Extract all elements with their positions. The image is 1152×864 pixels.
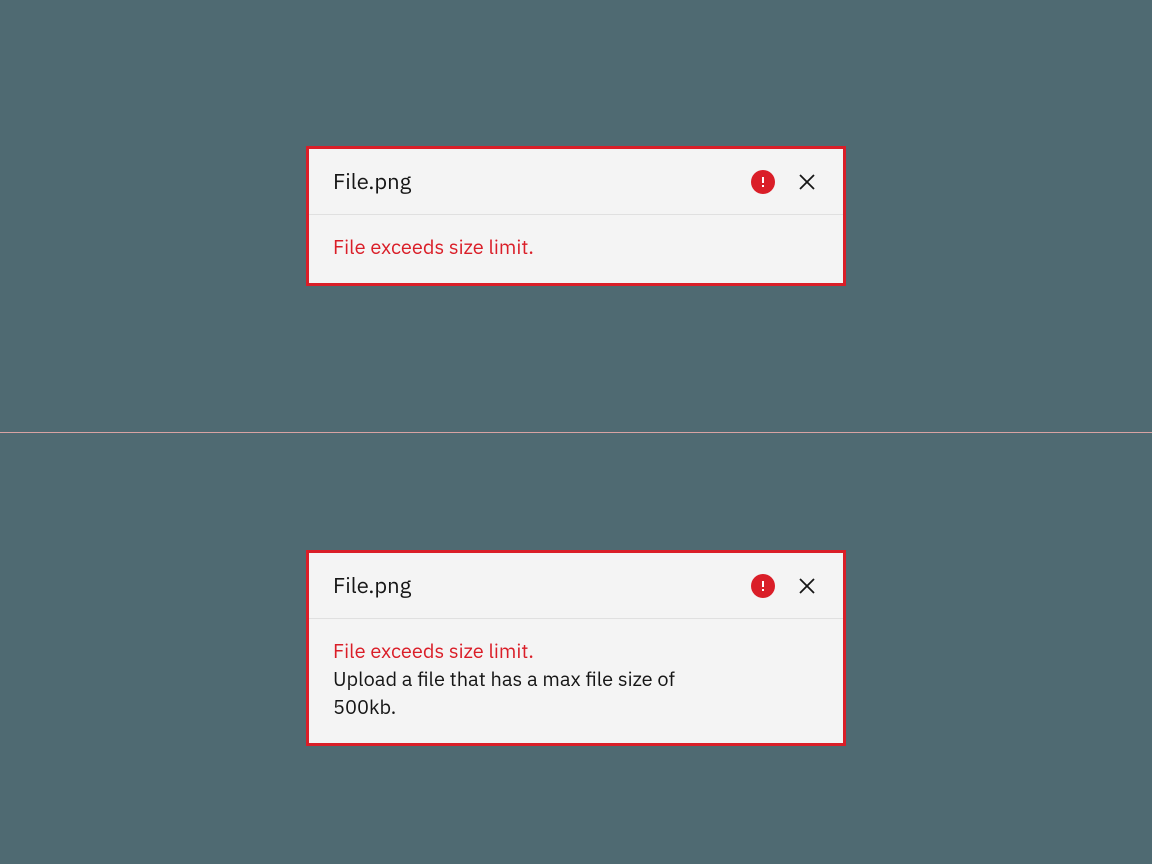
error-title: File exceeds size limit.: [333, 233, 819, 261]
example-panel-top: File.png File exceeds size limit.: [0, 0, 1152, 432]
file-error-card: File.png File exceeds size limit.: [306, 146, 846, 286]
file-name: File.png: [333, 167, 751, 196]
example-panel-bottom: File.png File exceeds size limit. Upload…: [0, 432, 1152, 864]
error-description: Upload a file that has a max file size o…: [333, 665, 693, 721]
close-icon: [798, 577, 816, 595]
close-icon: [798, 173, 816, 191]
file-error-card: File.png File exceeds size limit. Upload…: [306, 550, 846, 746]
file-card-body: File exceeds size limit.: [309, 215, 843, 283]
file-card-body: File exceeds size limit. Upload a file t…: [309, 619, 843, 743]
file-card-header: File.png: [309, 553, 843, 619]
warning-filled-icon: [751, 170, 775, 194]
error-title: File exceeds size limit.: [333, 637, 819, 665]
file-name: File.png: [333, 571, 751, 600]
close-button[interactable]: [795, 574, 819, 598]
close-button[interactable]: [795, 170, 819, 194]
warning-filled-icon: [751, 574, 775, 598]
file-card-header: File.png: [309, 149, 843, 215]
